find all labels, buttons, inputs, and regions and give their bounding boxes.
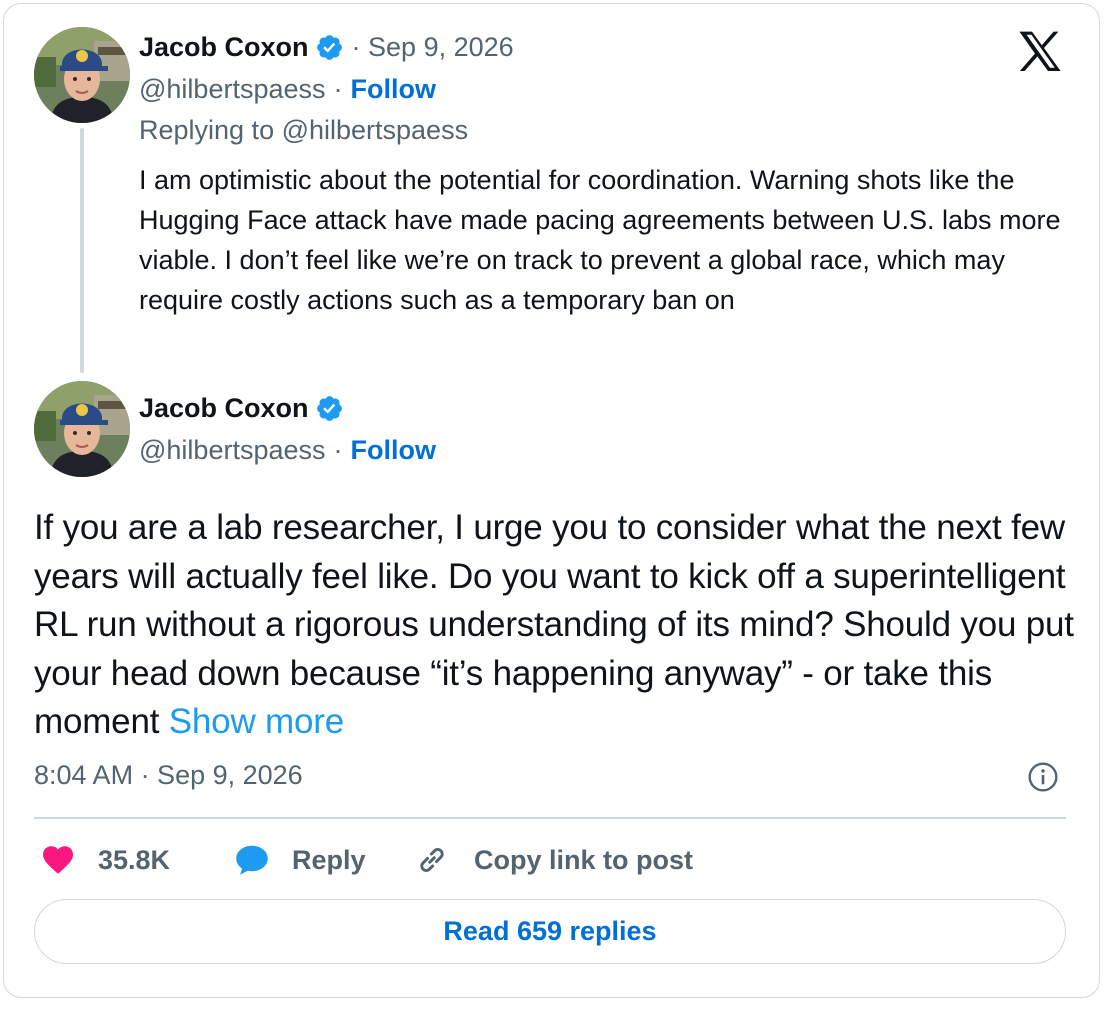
separator-dot: ·	[333, 434, 343, 465]
reply-label: Reply	[292, 844, 366, 875]
follow-button[interactable]: Follow	[351, 74, 436, 105]
link-icon	[414, 842, 450, 878]
tweet-date[interactable]: · Sep 9, 2026	[352, 32, 514, 63]
avatar[interactable]	[34, 27, 130, 123]
verified-badge-icon	[315, 394, 344, 423]
show-more-link[interactable]: Show more	[169, 702, 344, 741]
follow-button[interactable]: Follow	[351, 435, 436, 466]
separator-dot: ·	[333, 73, 343, 104]
reply-tweet-handle-row: @hilbertspaess · Follow	[139, 70, 436, 108]
author-handle[interactable]: @hilbertspaess	[139, 435, 326, 466]
copy-link-button[interactable]: Copy link to post	[414, 838, 693, 882]
reply-tweet-header: Jacob Coxon · Sep 9, 2026	[139, 28, 514, 66]
divider	[34, 817, 1066, 819]
replying-to-row: Replying to @hilbertspaess	[139, 111, 468, 149]
replying-to-label[interactable]: Replying to @hilbertspaess	[139, 115, 468, 146]
avatar[interactable]	[34, 381, 130, 477]
reply-tweet-text: I am optimistic about the potential for …	[139, 165, 1061, 315]
author-name[interactable]: Jacob Coxon	[139, 32, 309, 63]
copy-link-label: Copy link to post	[474, 844, 693, 875]
main-tweet-handle-row: @hilbertspaess · Follow	[139, 431, 436, 469]
reply-button[interactable]: Reply	[234, 838, 366, 882]
verified-badge-icon	[315, 33, 344, 62]
like-button[interactable]: 35.8K	[40, 838, 170, 882]
tweet-timestamp[interactable]: 8:04 AM · Sep 9, 2026	[34, 760, 303, 791]
speech-bubble-icon	[234, 842, 270, 878]
author-handle[interactable]: @hilbertspaess	[139, 74, 326, 105]
author-name[interactable]: Jacob Coxon	[139, 393, 309, 424]
like-count: 35.8K	[98, 844, 171, 875]
heart-icon	[40, 842, 76, 878]
main-tweet-header: Jacob Coxon	[139, 389, 344, 427]
x-logo-icon[interactable]	[1016, 30, 1066, 74]
read-replies-button[interactable]: Read 659 replies	[34, 899, 1066, 964]
info-icon[interactable]	[1027, 761, 1059, 793]
thread-connector-line	[80, 128, 84, 373]
main-tweet-text: If you are a lab researcher, I urge you …	[34, 504, 1074, 747]
